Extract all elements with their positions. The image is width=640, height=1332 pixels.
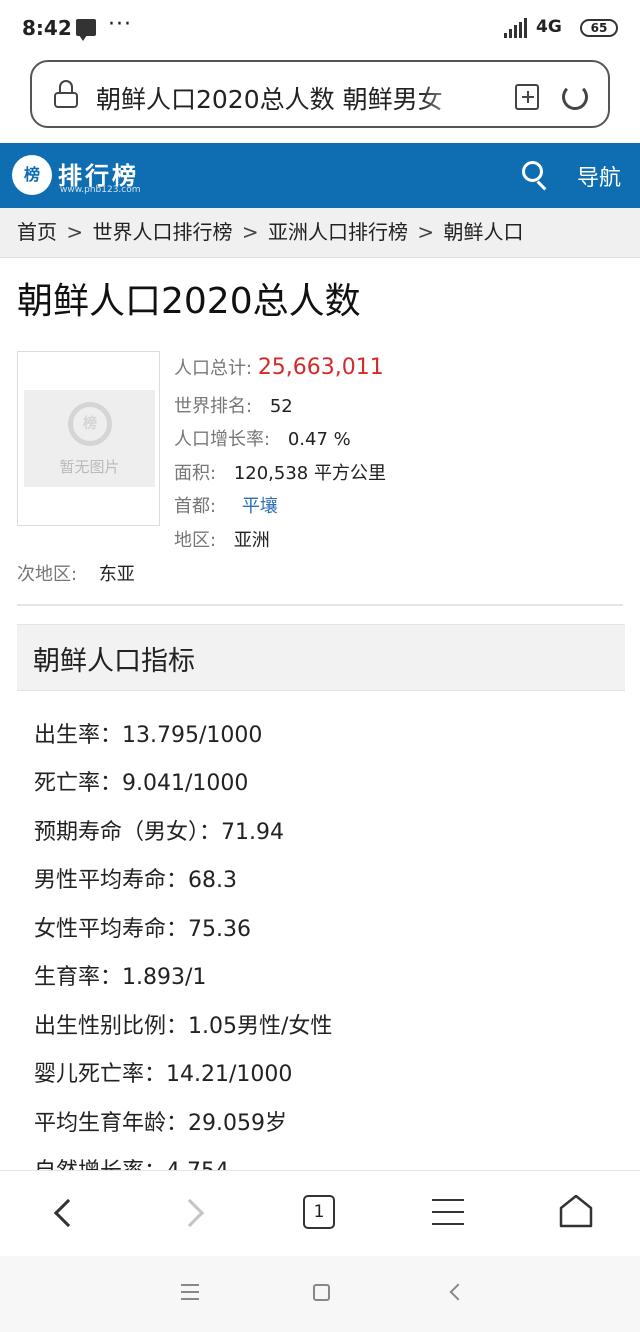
site-logo-url: www.phb123.com (60, 185, 141, 195)
info-label: 人口增长率: (174, 429, 271, 450)
nav-menu-button[interactable]: 导航 (577, 160, 621, 192)
add-bookmark-icon[interactable] (515, 84, 539, 110)
breadcrumb: 首页 > 世界人口排行榜 > 亚洲人口排行榜 > 朝鲜人口 (0, 208, 640, 258)
country-image: 榜 暂无图片 (17, 351, 160, 526)
placeholder-logo-icon: 榜 (68, 402, 112, 446)
status-bar: 8:42 ··· 4G 65 (0, 0, 640, 56)
search-icon[interactable] (522, 161, 550, 191)
indicators-header: 朝鲜人口指标 (17, 624, 625, 691)
more-notifications-icon: ··· (108, 12, 132, 37)
breadcrumb-separator: > (66, 220, 84, 244)
info-label: 地区: (174, 530, 217, 551)
home-icon[interactable] (558, 1193, 594, 1229)
breadcrumb-separator: > (417, 220, 435, 244)
system-home-icon[interactable] (313, 1284, 330, 1301)
breadcrumb-current[interactable]: 朝鲜人口 (443, 220, 523, 244)
region-value: 亚洲 (233, 530, 270, 551)
placeholder-caption: 暂无图片 (59, 458, 120, 476)
system-back-icon[interactable] (449, 1283, 467, 1301)
info-label: 首都: (174, 496, 217, 517)
rank-value: 52 (269, 396, 293, 417)
browser-toolbar: 1 (0, 1170, 640, 1256)
info-capital: 首都: 平壤 (174, 492, 278, 518)
info-label: 面积: (174, 463, 217, 484)
info-label: 人口总计: (174, 358, 253, 379)
indicator-row: 预期寿命（男女）：71.94 (34, 820, 284, 845)
info-rank: 世界排名: 52 (174, 392, 293, 418)
indicator-row: 平均生育年龄：29.059岁 (34, 1111, 287, 1136)
forward-icon[interactable] (175, 1198, 205, 1228)
breadcrumb-separator: > (241, 220, 259, 244)
breadcrumb-world-population[interactable]: 世界人口排行榜 (92, 220, 232, 244)
status-time: 8:42 (22, 16, 72, 40)
indicator-row: 女性平均寿命：75.36 (34, 917, 251, 942)
message-icon (76, 19, 96, 41)
info-label: 次地区: (17, 564, 78, 585)
info-population: 人口总计: 25,663,011 (174, 354, 384, 380)
capital-link[interactable]: 平壤 (222, 496, 278, 517)
address-bar[interactable]: 朝鲜人口2020总人数 朝鲜男女 (30, 60, 610, 128)
reload-icon[interactable] (562, 84, 588, 110)
menu-icon[interactable] (432, 1199, 464, 1225)
area-value: 120,538 平方公里 (233, 463, 386, 484)
system-nav-bar (0, 1256, 640, 1332)
indicator-row: 男性平均寿命：68.3 (34, 868, 237, 893)
recent-apps-icon[interactable] (181, 1284, 199, 1300)
indicator-row: 出生性别比例：1.05男性/女性 (34, 1014, 333, 1039)
subregion-value: 东亚 (98, 564, 135, 585)
lock-icon[interactable] (54, 80, 78, 108)
network-type: 4G (536, 17, 562, 37)
indicator-row: 出生率：13.795/1000 (34, 723, 263, 748)
signal-icon (504, 18, 530, 38)
indicator-row: 婴儿死亡率：14.21/1000 (34, 1062, 293, 1087)
growth-value: 0.47 % (287, 429, 351, 450)
breadcrumb-asia-population[interactable]: 亚洲人口排行榜 (268, 220, 408, 244)
population-value: 25,663,011 (257, 355, 384, 380)
page-title: 朝鲜人口2020总人数 (17, 281, 361, 322)
info-area: 面积: 120,538 平方公里 (174, 459, 386, 485)
battery-icon: 65 (580, 19, 618, 37)
back-icon[interactable] (53, 1198, 83, 1228)
indicator-row: 生育率：1.893/1 (34, 965, 207, 990)
image-placeholder: 榜 暂无图片 (24, 390, 155, 487)
indicator-row: 死亡率：9.041/1000 (34, 771, 249, 796)
site-logo[interactable]: 榜 (12, 155, 52, 195)
info-region: 地区: 亚洲 (174, 526, 270, 552)
divider (17, 604, 623, 606)
info-subregion: 次地区: 东亚 (17, 560, 135, 586)
breadcrumb-home[interactable]: 首页 (17, 220, 57, 244)
tabs-button[interactable]: 1 (303, 1195, 335, 1229)
url-text[interactable]: 朝鲜人口2020总人数 朝鲜男女 (96, 80, 476, 112)
info-growth: 人口增长率: 0.47 % (174, 425, 351, 451)
info-label: 世界排名: (174, 396, 253, 417)
indicators-title: 朝鲜人口指标 (33, 646, 195, 677)
